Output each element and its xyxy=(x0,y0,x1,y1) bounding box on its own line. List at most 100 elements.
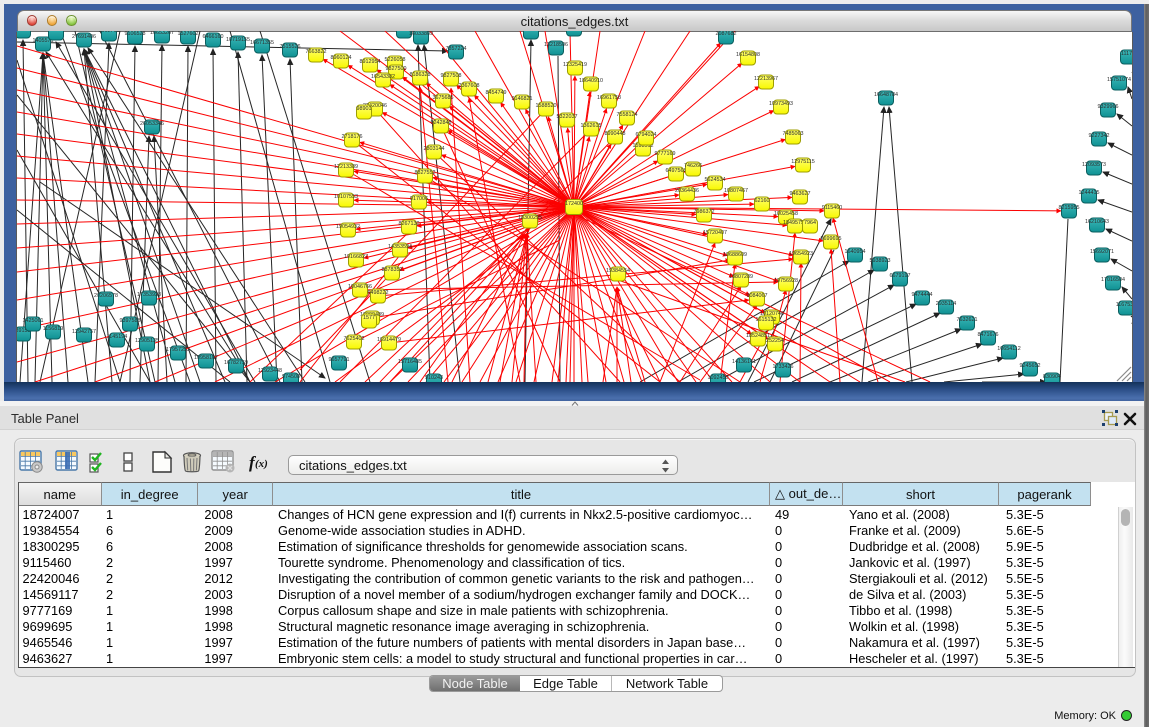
svg-text:10973493: 10973493 xyxy=(769,101,793,107)
svg-text:12213967: 12213967 xyxy=(754,76,778,82)
svg-text:7986372: 7986372 xyxy=(694,209,715,215)
svg-text:17016504: 17016504 xyxy=(1101,277,1125,283)
svg-text:16961758: 16961758 xyxy=(597,95,621,101)
svg-text:6466160: 6466160 xyxy=(203,34,224,40)
svg-text:19054932: 19054932 xyxy=(336,224,360,230)
svg-text:252254: 252254 xyxy=(766,338,784,344)
svg-text:1244415: 1244415 xyxy=(1079,190,1100,196)
svg-text:16782759: 16782759 xyxy=(224,360,248,366)
svg-text:5322037: 5322037 xyxy=(557,114,578,120)
svg-text:12325419: 12325419 xyxy=(563,62,587,68)
svg-text:19756928: 19756928 xyxy=(774,278,798,284)
svg-text:16671355: 16671355 xyxy=(250,40,274,46)
svg-text:10958107: 10958107 xyxy=(194,355,218,361)
svg-text:15751074: 15751074 xyxy=(1107,77,1131,83)
svg-text:20206578: 20206578 xyxy=(94,293,118,299)
svg-text:10653267: 10653267 xyxy=(150,31,174,36)
svg-text:7632621: 7632621 xyxy=(957,317,978,323)
svg-text:1362615: 1362615 xyxy=(581,123,602,129)
svg-text:2087682: 2087682 xyxy=(716,31,737,37)
svg-text:1425061: 1425061 xyxy=(23,318,44,324)
svg-text:18807289: 18807289 xyxy=(729,274,753,280)
svg-text:8267130: 8267130 xyxy=(399,221,420,227)
svg-text:9397588: 9397588 xyxy=(120,318,141,324)
svg-text:16033809: 16033809 xyxy=(409,31,433,37)
svg-text:9115460: 9115460 xyxy=(822,205,843,211)
svg-text:18300295: 18300295 xyxy=(518,215,542,221)
svg-text:19384554: 19384554 xyxy=(606,268,630,274)
svg-text:9699695: 9699695 xyxy=(821,236,842,242)
svg-text:10025458: 10025458 xyxy=(774,211,798,217)
svg-text:10807467: 10807467 xyxy=(724,188,748,194)
svg-text:1733426: 1733426 xyxy=(773,364,794,370)
svg-text:(x): (x) xyxy=(255,458,268,470)
svg-text:1167533: 1167533 xyxy=(1116,302,1132,308)
svg-text:5226058: 5226058 xyxy=(385,57,406,63)
svg-text:974508: 974508 xyxy=(282,374,300,380)
svg-text:16914479: 16914479 xyxy=(377,337,401,343)
svg-text:7625402: 7625402 xyxy=(344,336,365,342)
svg-text:9245652: 9245652 xyxy=(1020,363,1041,369)
svg-text:9106528: 9106528 xyxy=(125,31,146,37)
svg-text:2935114: 2935114 xyxy=(936,301,957,307)
svg-text:746266: 746266 xyxy=(684,163,702,169)
svg-text:1588520: 1588520 xyxy=(536,103,557,109)
svg-text:1092450: 1092450 xyxy=(708,375,729,381)
svg-text:98901: 98901 xyxy=(357,106,372,112)
svg-text:1527602: 1527602 xyxy=(178,31,199,37)
svg-text:1577: 1577 xyxy=(363,315,375,321)
svg-text:16210643: 16210643 xyxy=(1085,219,1109,225)
svg-text:19166827: 19166827 xyxy=(344,254,368,260)
svg-text:1145194: 1145194 xyxy=(107,334,128,340)
svg-text:62160: 62160 xyxy=(755,198,770,204)
svg-text:17353928: 17353928 xyxy=(137,292,161,298)
svg-text:3675685: 3675685 xyxy=(433,95,454,101)
svg-text:8960124: 8960124 xyxy=(331,55,352,61)
svg-text:7485063: 7485063 xyxy=(783,131,804,137)
svg-text:12213389: 12213389 xyxy=(334,164,358,170)
svg-text:8454749: 8454749 xyxy=(486,90,507,96)
svg-text:7515526: 7515526 xyxy=(280,44,301,50)
svg-text:16154808: 16154808 xyxy=(736,52,760,58)
svg-text:12923448: 12923448 xyxy=(258,368,282,374)
svg-text:18640910: 18640910 xyxy=(579,78,603,84)
svg-text:16543382: 16543382 xyxy=(371,74,395,80)
svg-text:9827508: 9827508 xyxy=(441,73,462,79)
svg-text:5938923: 5938923 xyxy=(870,258,891,264)
svg-text:8878352: 8878352 xyxy=(382,267,403,273)
svg-text:2803144: 2803144 xyxy=(424,146,445,152)
svg-text:1156819: 1156819 xyxy=(43,326,64,332)
svg-text:1615132: 1615132 xyxy=(756,317,777,323)
svg-text:910243: 910243 xyxy=(425,375,443,381)
svg-text:14353594: 14353594 xyxy=(388,244,412,250)
svg-text:9474444: 9474444 xyxy=(912,292,933,298)
svg-text:16648784: 16648784 xyxy=(874,92,898,98)
svg-text:9329966: 9329966 xyxy=(1098,104,1119,110)
svg-text:5624534: 5624534 xyxy=(705,177,726,183)
svg-text:2718176: 2718176 xyxy=(342,134,363,140)
svg-text:7558124: 7558124 xyxy=(617,112,638,118)
svg-text:8215955: 8215955 xyxy=(1059,205,1080,211)
svg-text:12093573: 12093573 xyxy=(1082,162,1106,168)
svg-text:8990448: 8990448 xyxy=(605,131,626,137)
svg-text:6679197: 6679197 xyxy=(890,273,911,279)
svg-text:26053346: 26053346 xyxy=(140,121,164,127)
svg-text:11178: 11178 xyxy=(1121,51,1132,57)
svg-text:10107553: 10107553 xyxy=(334,194,358,200)
svg-text:9657791: 9657791 xyxy=(329,357,350,363)
svg-text:10688609: 10688609 xyxy=(723,252,747,258)
svg-text:8912954: 8912954 xyxy=(360,59,381,65)
svg-text:8813054: 8813054 xyxy=(521,31,542,32)
svg-text:20364436: 20364436 xyxy=(675,188,699,194)
svg-text:917006: 917006 xyxy=(410,196,428,202)
svg-text:1062718: 1062718 xyxy=(99,31,120,34)
svg-text:172400: 172400 xyxy=(565,201,583,207)
svg-text:10719155: 10719155 xyxy=(226,37,250,43)
svg-text:15716485: 15716485 xyxy=(398,359,422,365)
svg-text:12942757: 12942757 xyxy=(72,329,96,335)
svg-text:8186328: 8186328 xyxy=(410,72,431,78)
svg-text:14136141: 14136141 xyxy=(732,359,756,365)
svg-text:7857224: 7857224 xyxy=(446,46,467,52)
svg-text:9146821: 9146821 xyxy=(512,96,533,102)
svg-text:2455061: 2455061 xyxy=(46,31,67,33)
